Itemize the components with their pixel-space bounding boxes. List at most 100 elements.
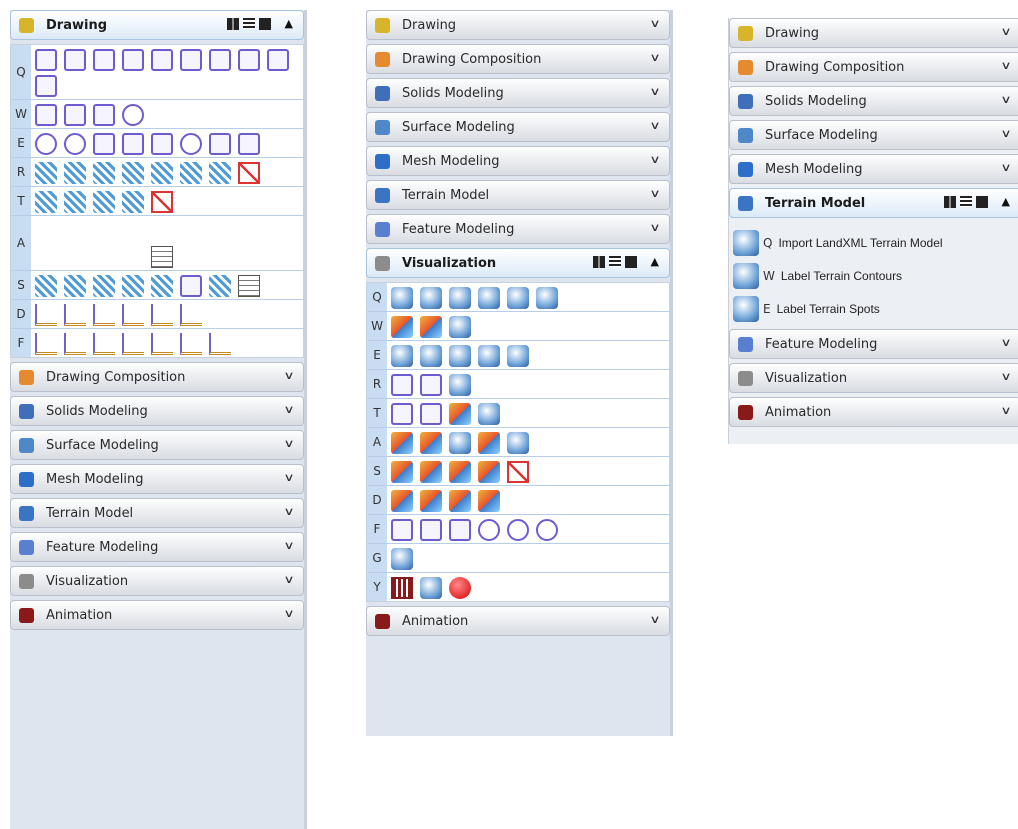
tool-button-icon[interactable] [420,577,442,599]
tool-button-icon[interactable] [420,490,442,512]
tool-button-icon[interactable] [122,333,144,355]
expand-chevron-icon[interactable]: ∨ [1000,25,1011,38]
collapse-chevron-icon[interactable]: ▲ [285,17,293,30]
tool-button-icon[interactable] [209,333,231,355]
section-header-feature-modeling[interactable]: Feature Modeling ∨ [366,214,670,244]
tool-button-icon[interactable] [180,275,202,297]
tool-button-icon[interactable] [122,246,144,268]
tool-button-icon[interactable] [507,432,529,454]
section-header-animation[interactable]: Animation ∨ [366,606,670,636]
tool-button-icon[interactable] [391,287,413,309]
section-header-mesh-modeling[interactable]: Mesh Modeling ∨ [10,464,304,494]
tool-button-icon[interactable] [391,548,413,570]
tool-button-icon[interactable] [93,220,115,242]
tool-button-icon[interactable] [209,220,231,242]
tool-button-icon[interactable] [35,75,57,97]
tool-button-icon[interactable] [420,345,442,367]
tool-button-icon[interactable] [64,333,86,355]
tool-button-icon[interactable] [238,133,260,155]
section-header-drawing[interactable]: Drawing ∨ [729,18,1018,48]
section-header-animation[interactable]: Animation ∨ [729,397,1018,427]
tool-button-icon[interactable] [267,49,289,71]
tool-button-icon[interactable] [122,304,144,326]
expand-chevron-icon[interactable]: ∨ [1000,59,1011,72]
tool-button-icon[interactable] [93,333,115,355]
tool-button-icon[interactable] [478,461,500,483]
expand-chevron-icon[interactable]: ∨ [1000,127,1011,140]
tool-button-icon[interactable] [151,49,173,71]
tool-button-icon[interactable] [449,316,471,338]
list-view-icon[interactable] [609,256,621,267]
display-mode-icons[interactable] [944,196,988,208]
tool-button-icon[interactable] [420,374,442,396]
tool-button-icon[interactable] [122,49,144,71]
tool-button-icon[interactable] [209,49,231,71]
tool-button-icon[interactable] [391,432,413,454]
expand-chevron-icon[interactable]: ∨ [283,437,294,450]
tool-button-icon[interactable] [478,287,500,309]
tool-button-icon[interactable] [391,345,413,367]
section-header-terrain-model[interactable]: Terrain Model ∨ [10,498,304,528]
tool-button-icon[interactable] [64,133,86,155]
section-header-solids-modeling[interactable]: Solids Modeling ∨ [366,78,670,108]
tool-button-icon[interactable] [267,220,289,242]
tool-button-icon[interactable] [209,162,231,184]
icon-view-icon[interactable] [625,256,637,268]
collapse-chevron-icon[interactable]: ▲ [651,255,659,268]
expand-chevron-icon[interactable]: ∨ [283,403,294,416]
tool-button-icon[interactable] [122,104,144,126]
display-mode-icons[interactable] [593,256,637,268]
expand-chevron-icon[interactable]: ∨ [649,17,660,30]
section-header-visualization[interactable]: Visualization ∨ [729,363,1018,393]
tool-button-icon[interactable] [35,191,57,213]
expand-chevron-icon[interactable]: ∨ [649,119,660,132]
tool-button-icon[interactable] [507,461,529,483]
tool-button-icon[interactable] [151,304,173,326]
tool-button-icon[interactable] [93,275,115,297]
tool-button-icon[interactable] [391,577,413,599]
tool-button-icon[interactable] [180,304,202,326]
tool-button-icon[interactable] [64,246,86,268]
tool-button-icon[interactable] [35,333,57,355]
section-header-feature-modeling[interactable]: Feature Modeling ∨ [729,329,1018,359]
tool-button-icon[interactable] [151,333,173,355]
tool-button-icon[interactable] [122,220,144,242]
expand-chevron-icon[interactable]: ∨ [649,51,660,64]
tool-button-icon[interactable] [238,275,260,297]
section-header-visualization[interactable]: Visualization ∨ [10,566,304,596]
list-view-icon[interactable] [960,196,972,207]
tool-button-icon[interactable] [478,432,500,454]
tool-button-icon[interactable] [35,275,57,297]
tool-button-icon[interactable] [478,345,500,367]
expand-chevron-icon[interactable]: ∨ [283,539,294,552]
tool-button-icon[interactable] [180,220,202,242]
tool-button-icon[interactable] [35,220,57,242]
expand-chevron-icon[interactable]: ∨ [649,153,660,166]
tool-button-icon[interactable] [122,191,144,213]
section-header-visualization[interactable]: Visualization ▲ [366,248,670,278]
tool-button-icon[interactable] [180,333,202,355]
section-header-drawing-composition[interactable]: Drawing Composition ∨ [10,362,304,392]
tool-button-icon[interactable] [151,133,173,155]
expand-chevron-icon[interactable]: ∨ [283,369,294,382]
tool-button-icon[interactable] [151,191,173,213]
tool-button-icon[interactable] [209,133,231,155]
tool-button-icon[interactable] [391,461,413,483]
terrain-tool-item[interactable]: W Label Terrain Contours [729,259,1018,292]
tool-button-icon[interactable] [507,345,529,367]
tool-button-icon[interactable] [478,403,500,425]
tool-button-icon[interactable] [93,104,115,126]
tool-button-icon[interactable] [536,287,558,309]
grid-view-icon[interactable] [593,256,605,268]
section-header-solids-modeling[interactable]: Solids Modeling ∨ [729,86,1018,116]
expand-chevron-icon[interactable]: ∨ [1000,336,1011,349]
expand-chevron-icon[interactable]: ∨ [1000,370,1011,383]
tool-button-icon[interactable] [35,162,57,184]
expand-chevron-icon[interactable]: ∨ [649,221,660,234]
tool-button-icon[interactable] [507,519,529,541]
list-view-icon[interactable] [243,18,255,29]
tool-button-icon[interactable] [507,287,529,309]
tool-button-icon[interactable] [64,49,86,71]
section-header-surface-modeling[interactable]: Surface Modeling ∨ [729,120,1018,150]
terrain-tool-item[interactable]: E Label Terrain Spots [729,292,1018,325]
